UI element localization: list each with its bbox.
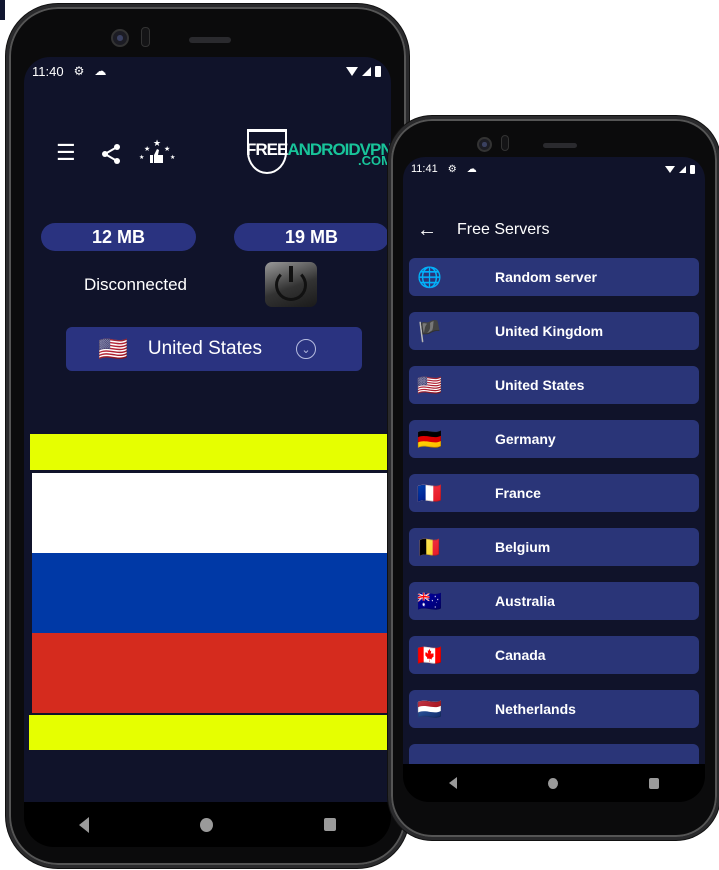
server-name: United Kingdom (495, 323, 604, 339)
germany-flag-icon: 🇩🇪 (417, 428, 442, 451)
us-flag-icon: 🇺🇸 (417, 374, 442, 397)
server-item-canada[interactable]: 🇨🇦 Canada (409, 636, 699, 674)
cell-signal-icon (679, 165, 686, 173)
server-item-france[interactable]: 🇫🇷 France (409, 474, 699, 512)
banner-flag-white (32, 473, 391, 553)
server-item-united-kingdom[interactable]: 🏴 United Kingdom (409, 312, 699, 350)
server-name: Random server (495, 269, 597, 285)
server-list: 🌐 Random server 🏴 United Kingdom 🇺🇸 Unit… (409, 258, 699, 764)
status-time: 11:40 (32, 63, 64, 79)
power-button[interactable] (265, 262, 317, 307)
belgium-flag-icon: 🇧🇪 (417, 536, 442, 559)
camera-icon (477, 137, 492, 152)
cloud-icon: ☁ (94, 64, 107, 78)
wifi-icon (346, 66, 358, 76)
banner-yellow-top (30, 434, 391, 470)
download-traffic: 12 MB (41, 223, 196, 251)
connection-status: Disconnected (84, 275, 188, 294)
app-logo: FREEANDROIDVPN .COM (242, 129, 391, 175)
nav-bar (403, 764, 705, 802)
selected-country-name: United States (147, 338, 262, 359)
server-item-united-states[interactable]: 🇺🇸 United States (409, 366, 699, 404)
nav-recents-icon[interactable] (649, 777, 660, 789)
phone-main: 11:40 ⚙ ☁ ☰ ★ ★ ★ ★ ★ FREEANDROIDVPN .CO… (6, 4, 409, 868)
status-bar: 11:40 ⚙ ☁ (24, 57, 391, 85)
logo-text-free: FREE (246, 140, 288, 159)
server-name: Germany (495, 431, 556, 447)
server-name: Australia (495, 593, 555, 609)
svg-text:★: ★ (170, 154, 175, 161)
banner-yellow-bottom (29, 715, 391, 750)
country-selector[interactable]: 🇺🇸 United States ⌄ (66, 327, 362, 371)
banner-flag-blue (32, 553, 391, 633)
camera-icon (111, 29, 129, 47)
server-name: Belgium (495, 539, 551, 555)
globe-icon: 🌐 (417, 266, 442, 289)
server-item-australia[interactable]: 🇦🇺 Australia (409, 582, 699, 620)
status-time: 11:41 (411, 163, 438, 175)
rate-app-icon[interactable]: ★ ★ ★ ★ ★ (138, 137, 176, 167)
banner-flag-red (32, 633, 391, 713)
france-flag-icon: 🇫🇷 (417, 482, 442, 505)
nav-home-icon[interactable] (547, 777, 558, 789)
menu-list-icon[interactable]: ☰ (56, 142, 76, 164)
canada-flag-icon: 🇨🇦 (417, 644, 442, 667)
cloud-icon: ☁ (466, 163, 477, 175)
upload-traffic: 19 MB (234, 223, 389, 251)
cell-signal-icon (362, 66, 371, 76)
server-name: Canada (495, 647, 546, 663)
nav-back-icon[interactable] (79, 816, 90, 833)
svg-text:★: ★ (144, 145, 150, 153)
server-item-germany[interactable]: 🇩🇪 Germany (409, 420, 699, 458)
battery-icon (690, 164, 695, 174)
server-item-random[interactable]: 🌐 Random server (409, 258, 699, 296)
speaker-grille (543, 143, 577, 148)
main-screen: 11:40 ⚙ ☁ ☰ ★ ★ ★ ★ ★ FREEANDROIDVPN .CO… (24, 57, 391, 802)
nav-recents-icon[interactable] (323, 818, 336, 831)
server-item-belgium[interactable]: 🇧🇪 Belgium (409, 528, 699, 566)
nav-bar (24, 802, 391, 847)
logo-domain: .COM (358, 153, 391, 168)
server-name: United States (495, 377, 585, 393)
status-bar: 11:41 ⚙ ☁ (403, 157, 705, 181)
svg-text:★: ★ (153, 138, 161, 148)
servers-screen: 11:41 ⚙ ☁ ← Free Servers 🌐 Random server… (403, 157, 705, 764)
svg-text:★: ★ (164, 145, 170, 153)
server-item-netherlands[interactable]: 🇳🇱 Netherlands (409, 690, 699, 728)
corner-mark (0, 0, 5, 20)
us-flag-icon: 🇺🇸 (98, 335, 128, 363)
app-bar: ← Free Servers (403, 217, 705, 247)
gear-icon: ⚙ (73, 64, 85, 78)
share-icon[interactable] (100, 143, 122, 165)
phone-servers: 11:41 ⚙ ☁ ← Free Servers 🌐 Random server… (388, 116, 719, 840)
server-name: Netherlands (495, 701, 576, 717)
nav-home-icon[interactable] (199, 817, 213, 832)
chevron-down-icon: ⌄ (296, 339, 316, 359)
battery-icon (375, 65, 381, 77)
back-arrow-icon[interactable]: ← (417, 219, 437, 242)
sensor (501, 135, 509, 151)
speaker-grille (189, 37, 231, 43)
australia-flag-icon: 🇦🇺 (417, 590, 442, 613)
server-item-partial[interactable] (409, 744, 699, 764)
wifi-icon (665, 165, 675, 173)
gear-icon: ⚙ (447, 163, 457, 175)
nav-back-icon[interactable] (448, 777, 457, 789)
page-title: Free Servers (457, 221, 550, 238)
server-name: France (495, 485, 541, 501)
sensor (141, 27, 150, 47)
power-icon (275, 265, 307, 301)
uk-flag-icon: 🏴 (417, 320, 442, 343)
svg-text:★: ★ (139, 154, 144, 161)
netherlands-flag-icon: 🇳🇱 (417, 698, 442, 721)
